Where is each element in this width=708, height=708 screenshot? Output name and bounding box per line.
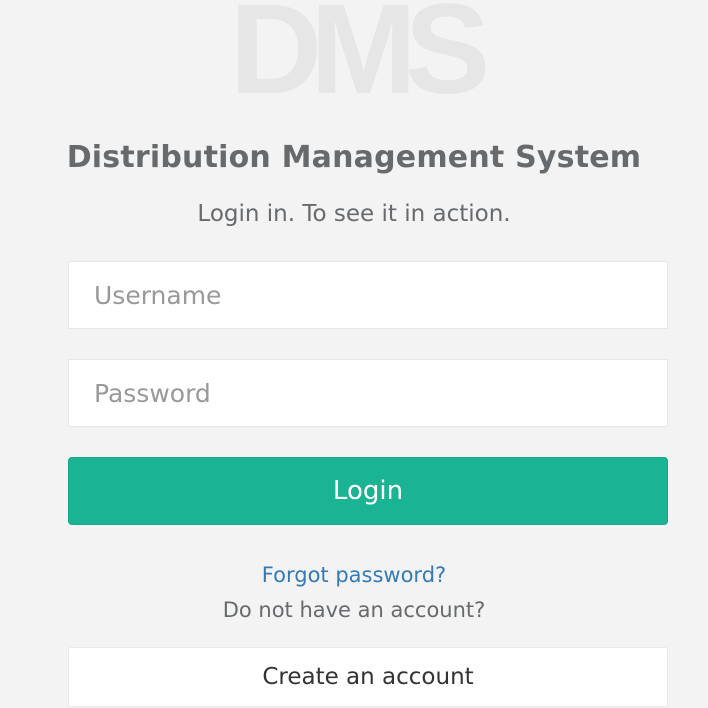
login-page: DMS Distribution Management System Login…	[0, 0, 708, 708]
dms-logo: DMS	[229, 0, 490, 121]
page-subtitle: Login in. To see it in action.	[197, 201, 511, 227]
page-title: Distribution Management System	[66, 140, 642, 175]
create-account-button[interactable]: Create an account	[68, 647, 668, 707]
username-input[interactable]	[68, 261, 668, 329]
forgot-password-link[interactable]: Forgot password?	[262, 563, 446, 587]
no-account-text: Do not have an account?	[222, 598, 486, 622]
password-input[interactable]	[68, 359, 668, 427]
login-button[interactable]: Login	[68, 457, 668, 525]
forgot-password-container: Forgot password?	[0, 560, 708, 590]
